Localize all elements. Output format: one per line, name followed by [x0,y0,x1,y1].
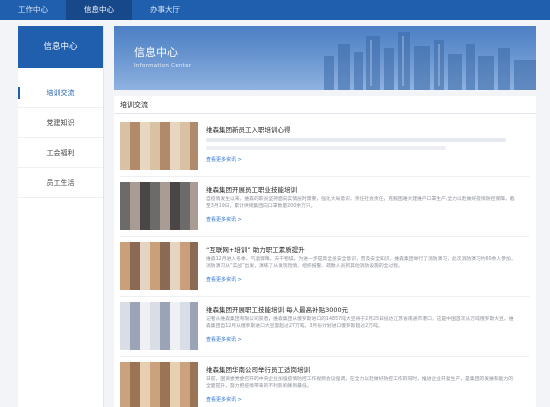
banner: 信息中心 Information Center [114,26,536,90]
article-item: 维森集团华南公司举行员工适岗培训 日前，国资委党委召开的中央企业加强疫情防控工作… [120,362,530,407]
article-desc: 记者从维森集团有限公司获悉，维森集团从俄罗斯进口的14857吨大豆将于2月25日… [206,317,514,329]
article-title[interactable]: 维森集团开展员工职业技能培训 [206,184,297,194]
article-title[interactable]: 维森集团新员工入职培训心得 [206,124,291,134]
more-link[interactable]: 查看更多资讯 > [206,156,242,163]
article-desc-blurred [206,146,446,150]
more-link[interactable]: 查看更多资讯 > [206,396,242,403]
divider [120,296,530,297]
banner-title: 信息中心 [134,46,178,59]
article-title[interactable]: “互联网+培训” 助力职工素质提升 [206,244,305,254]
section-title: 培训交流 [114,96,536,114]
article-title[interactable]: 维森集团华南公司举行员工适岗培训 [206,364,310,374]
more-link[interactable]: 查看更多资讯 > [206,336,242,343]
sidebar-menu: 培训交流 党建知识 工会福利 员工生活 [18,78,103,198]
sidebar: 信息中心 培训交流 党建知识 工会福利 员工生活 [18,26,104,407]
sidebar-item-training[interactable]: 培训交流 [18,78,103,108]
divider [120,356,530,357]
article-thumbnail[interactable] [120,362,198,407]
divider [120,176,530,177]
divider [120,236,530,237]
article-thumbnail[interactable] [120,182,198,230]
main-content: 培训交流 维森集团新员工入职培训心得 查看更多资讯 > 维森集团开展员工职业技能… [114,96,536,407]
article-desc: 维森12月进入冬季，气温骤降，天干物燥，为进一步提高全员安全意识，普及安全知识，… [206,257,516,269]
article-title[interactable]: 维森集团开展职工技能培训 每人最高补贴3000元 [206,304,348,314]
sidebar-item-party[interactable]: 党建知识 [18,108,103,138]
sidebar-item-staff-life[interactable]: 员工生活 [18,168,103,198]
article-desc: 自疫情发生以来，维森的职员坚持面向实情层时需要，强化大局意识，责任社会责任，克服… [206,197,515,209]
article-desc: 日前，国资委党委召开的中央企业加强疫情防控工作视频会议强调，在全力以赴做好防控工… [206,377,514,389]
article-thumbnail[interactable] [120,122,198,170]
article-thumbnail[interactable] [120,242,198,290]
article-item: “互联网+培训” 助力职工素质提升 维森12月进入冬季，气温骤降，天干物燥，为进… [120,242,530,298]
sidebar-item-union[interactable]: 工会福利 [18,138,103,168]
article-thumbnail[interactable] [120,302,198,350]
banner-subtitle: Information Center [134,63,192,69]
article-item: 维森集团新员工入职培训心得 查看更多资讯 > [120,122,530,178]
article-item: 维森集团开展员工职业技能培训 自疫情发生以来，维森的职员坚持面向实情层时需要，强… [120,182,530,238]
more-link[interactable]: 查看更多资讯 > [206,276,242,283]
top-nav: 工作中心 信息中心 办事大厅 [0,0,550,20]
tab-work-center[interactable]: 工作中心 [0,0,66,20]
article-item: 维森集团开展职工技能培训 每人最高补贴3000元 记者从维森集团有限公司获悉，维… [120,302,530,358]
more-link[interactable]: 查看更多资讯 > [206,216,242,223]
tab-service-hall[interactable]: 办事大厅 [132,0,198,20]
sidebar-header: 信息中心 [18,26,103,68]
tab-info-center[interactable]: 信息中心 [66,0,132,20]
article-desc-blurred [206,138,506,142]
